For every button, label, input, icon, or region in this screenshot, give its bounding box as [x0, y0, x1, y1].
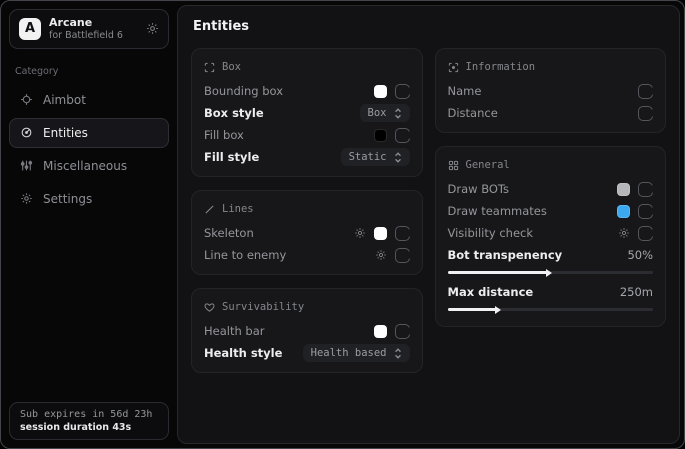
max-distance-slider[interactable]	[448, 308, 654, 311]
card-title: Survivability	[222, 301, 304, 313]
unfold-icon	[394, 108, 402, 119]
sub-expiry-text: Sub expires in 56d 23h	[20, 409, 158, 420]
box-card: Box Bounding box Box style Box	[191, 48, 423, 177]
color-swatch[interactable]	[374, 227, 387, 240]
color-swatch[interactable]	[617, 205, 630, 218]
sidebar-item-label: Miscellaneous	[43, 159, 127, 173]
row-fill-box: Fill box	[204, 124, 410, 146]
radar-icon	[20, 126, 33, 139]
sidebar-item-settings[interactable]: Settings	[9, 184, 169, 214]
session-duration-text: session duration 43s	[20, 422, 158, 433]
draw-bots-checkbox[interactable]	[638, 182, 653, 197]
general-card: General Draw BOTs Draw teammates	[435, 146, 667, 327]
sidebar-item-miscellaneous[interactable]: Miscellaneous	[9, 151, 169, 181]
app-subtitle: for Battlefield 6	[49, 30, 123, 42]
information-card: Information Name Distance	[435, 48, 667, 133]
diagonal-line-icon	[204, 204, 215, 215]
category-label: Category	[15, 66, 163, 77]
sidebar-item-label: Entities	[43, 126, 88, 140]
name-checkbox[interactable]	[638, 84, 653, 99]
line-to-enemy-checkbox[interactable]	[395, 248, 410, 263]
row-draw-bots: Draw BOTs	[448, 178, 654, 200]
sidebar: A Arcane for Battlefield 6 Category Aimb…	[1, 1, 177, 448]
unfold-icon	[394, 348, 402, 359]
bounding-box-checkbox[interactable]	[395, 84, 410, 99]
color-swatch[interactable]	[374, 325, 387, 338]
visibility-check-checkbox[interactable]	[638, 226, 653, 241]
row-distance: Distance	[448, 102, 654, 124]
info-scan-icon	[448, 62, 459, 73]
max-distance-value: 250m	[620, 285, 653, 299]
heart-icon	[204, 302, 215, 313]
health-style-select[interactable]: Health based	[303, 344, 410, 362]
fill-box-checkbox[interactable]	[395, 128, 410, 143]
row-line-to-enemy: Line to enemy	[204, 244, 410, 266]
card-title: General	[466, 159, 510, 171]
bot-transparency-slider[interactable]	[448, 271, 654, 274]
row-visibility-check: Visibility check	[448, 222, 654, 244]
row-health-bar: Health bar	[204, 320, 410, 342]
row-fill-style: Fill style Static	[204, 146, 410, 168]
max-distance-group: Max distance 250m	[448, 281, 654, 311]
main-panel: Entities Box Bounding box	[177, 5, 680, 444]
app-name: Arcane	[49, 16, 123, 30]
color-swatch[interactable]	[374, 85, 387, 98]
app-window: A Arcane for Battlefield 6 Category Aimb…	[0, 0, 685, 449]
profile-card: A Arcane for Battlefield 6	[9, 9, 169, 49]
row-box-style: Box style Box	[204, 102, 410, 124]
sidebar-item-entities[interactable]: Entities	[9, 118, 169, 148]
profile-gear-icon[interactable]	[146, 22, 159, 35]
sidebar-item-label: Aimbot	[43, 93, 86, 107]
color-swatch[interactable]	[617, 183, 630, 196]
avatar: A	[19, 18, 41, 40]
bot-transparency-value: 50%	[627, 248, 653, 262]
row-health-style: Health style Health based	[204, 342, 410, 364]
bot-transparency-group: Bot transpenency 50%	[448, 244, 654, 274]
crosshair-icon	[20, 93, 33, 106]
card-title: Box	[222, 61, 241, 73]
skeleton-settings-icon[interactable]	[354, 227, 366, 239]
health-bar-checkbox[interactable]	[395, 324, 410, 339]
row-draw-teammates: Draw teammates	[448, 200, 654, 222]
distance-checkbox[interactable]	[638, 106, 653, 121]
grid-icon	[448, 160, 459, 171]
gear-icon	[20, 192, 33, 205]
row-skeleton: Skeleton	[204, 222, 410, 244]
card-title: Information	[466, 61, 536, 73]
row-name: Name	[448, 80, 654, 102]
box-corners-icon	[204, 62, 215, 73]
lines-card: Lines Skeleton Line to enemy	[191, 190, 423, 275]
sidebar-item-label: Settings	[43, 192, 92, 206]
sidebar-item-aimbot[interactable]: Aimbot	[9, 85, 169, 115]
subscription-card: Sub expires in 56d 23h session duration …	[9, 402, 169, 440]
skeleton-checkbox[interactable]	[395, 226, 410, 241]
page-title: Entities	[193, 19, 664, 34]
visibility-settings-icon[interactable]	[618, 227, 630, 239]
color-swatch[interactable]	[374, 129, 387, 142]
card-title: Lines	[222, 203, 254, 215]
fill-style-select[interactable]: Static	[341, 148, 410, 166]
draw-teammates-checkbox[interactable]	[638, 204, 653, 219]
line-to-enemy-settings-icon[interactable]	[375, 249, 387, 261]
sliders-icon	[20, 159, 33, 172]
survivability-card: Survivability Health bar Health style	[191, 288, 423, 373]
box-style-select[interactable]: Box	[360, 104, 410, 122]
unfold-icon	[394, 152, 402, 163]
row-bounding-box: Bounding box	[204, 80, 410, 102]
